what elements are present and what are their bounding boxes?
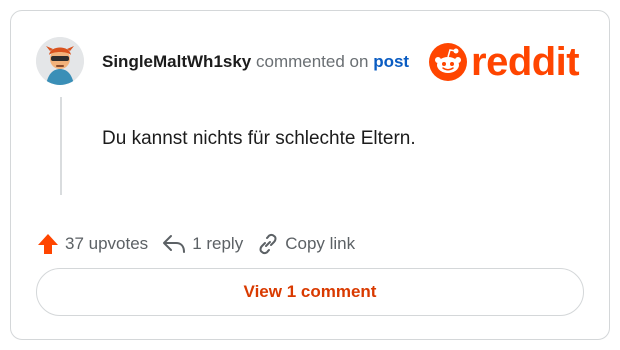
action-bar: 37 upvotes 1 reply Copy link <box>37 231 369 257</box>
post-link[interactable]: post <box>373 52 409 71</box>
commented-on-text: commented on <box>256 52 369 71</box>
thread-line <box>60 97 62 195</box>
copy-link-button[interactable]: Copy link <box>257 233 355 255</box>
comment-body-text: Du kannst nichts für schlechte Eltern. <box>102 128 416 149</box>
reddit-wordmark: reddit <box>471 40 580 84</box>
reddit-logo-icon <box>429 43 467 81</box>
upvote-count: 37 upvotes <box>65 234 149 253</box>
comment-embed-card: SingleMaltWh1sky commented on post reddi… <box>10 10 610 340</box>
reply-arrow-icon <box>163 235 186 253</box>
upvote-arrow-icon <box>38 234 58 254</box>
comment-header: SingleMaltWh1sky commented on post <box>102 49 409 75</box>
reply-button[interactable]: 1 reply <box>162 233 243 255</box>
link-chain-icon <box>259 233 277 255</box>
copy-link-label: Copy link <box>285 234 356 253</box>
view-comment-button[interactable]: View 1 comment <box>36 268 584 316</box>
reply-count: 1 reply <box>192 234 244 253</box>
upvote-button[interactable]: 37 upvotes <box>37 233 148 255</box>
username-link[interactable]: SingleMaltWh1sky <box>102 52 251 71</box>
avatar-image <box>36 37 84 85</box>
reddit-brand[interactable]: reddit <box>429 41 589 83</box>
user-avatar[interactable] <box>36 37 84 85</box>
